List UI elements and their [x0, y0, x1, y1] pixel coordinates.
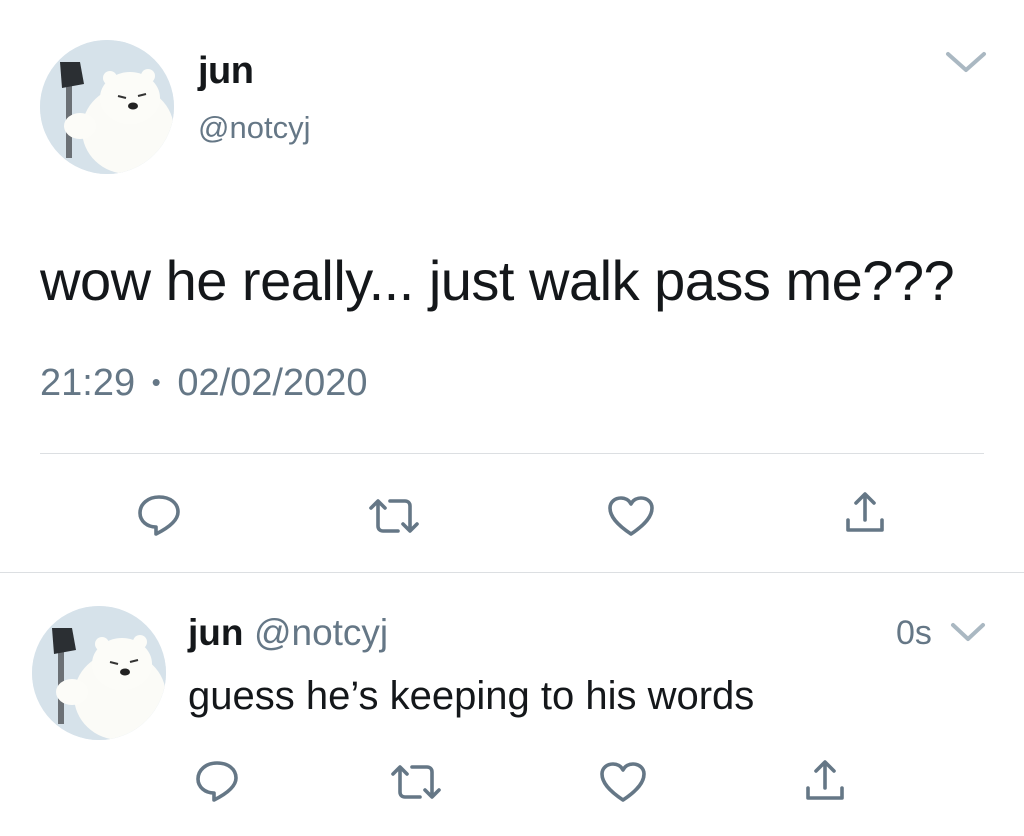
- separator-dot: •: [151, 367, 161, 397]
- chevron-down-icon[interactable]: [942, 48, 990, 78]
- tweet-age[interactable]: 0s: [896, 614, 932, 653]
- tweet-time[interactable]: 21:29: [40, 362, 135, 404]
- like-icon[interactable]: [598, 760, 648, 804]
- polar-bear-avatar-icon: [40, 40, 174, 174]
- divider: [40, 453, 984, 454]
- reply-icon[interactable]: [194, 758, 240, 804]
- tweet-timestamp: 21:29 • 02/02/2020: [40, 362, 368, 405]
- display-name[interactable]: jun: [198, 50, 254, 93]
- tweet-text: guess he’s keeping to his words: [188, 674, 755, 718]
- retweet-icon[interactable]: [388, 762, 444, 802]
- avatar[interactable]: [32, 606, 166, 740]
- like-icon[interactable]: [606, 494, 656, 538]
- handle[interactable]: @notcyj: [254, 612, 388, 653]
- handle[interactable]: @notcyj: [198, 110, 310, 146]
- reply-icon[interactable]: [136, 492, 182, 538]
- avatar[interactable]: [40, 40, 174, 174]
- tweet-date[interactable]: 02/02/2020: [177, 362, 367, 404]
- share-icon[interactable]: [802, 758, 848, 804]
- polar-bear-avatar-icon: [32, 606, 166, 740]
- tweet-separator: [0, 572, 1024, 573]
- tweet-text: wow he really... just walk pass me???: [40, 249, 955, 312]
- chevron-down-icon[interactable]: [948, 620, 988, 646]
- share-icon[interactable]: [842, 490, 888, 536]
- retweet-icon[interactable]: [366, 496, 422, 536]
- reply-header: jun @notcyj: [188, 612, 388, 654]
- display-name[interactable]: jun: [188, 612, 243, 653]
